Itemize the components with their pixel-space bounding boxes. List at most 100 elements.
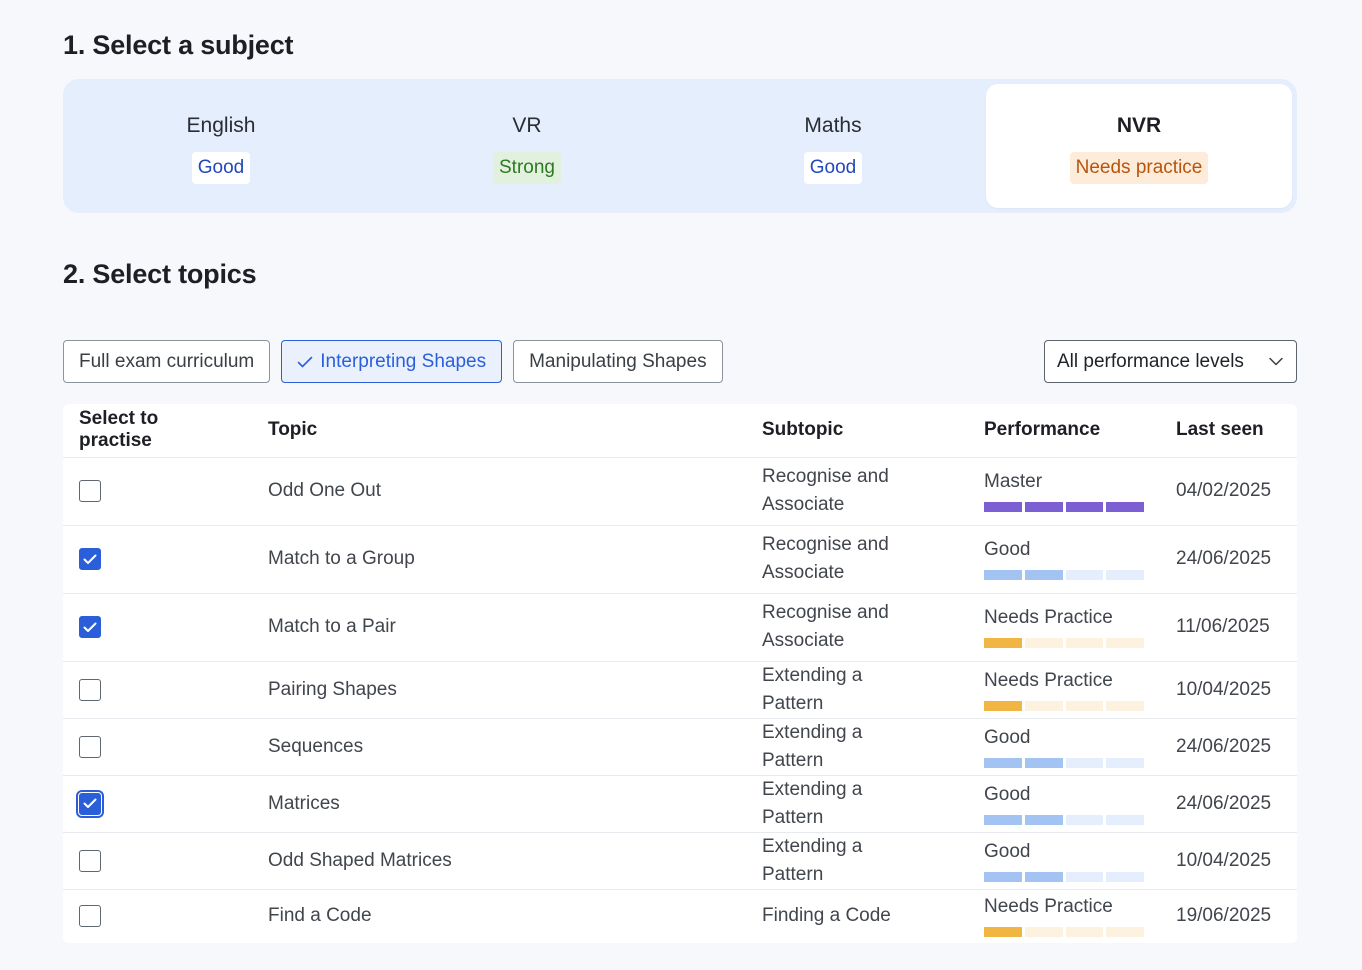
subject-status-badge: Needs practice — [1069, 152, 1209, 184]
performance-segment — [1024, 502, 1063, 512]
checkmark-icon — [83, 622, 97, 632]
performance-label: Master — [984, 471, 1043, 492]
select-cell — [63, 832, 252, 890]
performance-segment — [1024, 570, 1063, 580]
performance-segment — [1065, 570, 1104, 580]
performance-cell: Good — [968, 525, 1160, 594]
performance-label: Good — [984, 840, 1031, 862]
performance-segment — [1106, 871, 1144, 882]
practise-checkbox[interactable] — [79, 849, 101, 872]
performance-cell: Needs Practice — [968, 661, 1160, 719]
last-seen-cell: 24/06/2025 — [1160, 775, 1297, 833]
practise-checkbox[interactable] — [79, 905, 101, 928]
practise-checkbox[interactable] — [79, 678, 101, 701]
header-select: Select to practise — [63, 404, 252, 458]
performance-label: Needs Practice — [984, 669, 1113, 691]
last-seen-cell: 10/04/2025 — [1160, 661, 1297, 719]
practise-checkbox[interactable] — [79, 616, 101, 638]
subject-tab-nvr[interactable]: NVR Needs practice — [986, 84, 1292, 208]
performance-segment — [1106, 570, 1144, 580]
subtopic-cell: Extending a Pattern — [746, 832, 968, 890]
performance-bar — [984, 757, 1144, 768]
table-row: Matrices Extending a Pattern Good 24/06/202… — [63, 775, 1297, 833]
performance-cell: Good — [968, 718, 1160, 776]
chevron-down-icon — [1269, 357, 1283, 366]
performance-segment — [1065, 871, 1104, 882]
performance-label: Needs Practice — [984, 896, 1113, 918]
topic-cell: Match to a Group — [252, 525, 746, 594]
subtopic-cell: Recognise and Associate — [746, 457, 968, 526]
select-cell — [63, 718, 252, 776]
practise-checkbox[interactable] — [76, 789, 104, 818]
performance-cell: Needs Practice — [968, 889, 1160, 943]
subtopic-cell: Recognise and Associate — [746, 593, 968, 662]
chip-label: Manipulating Shapes — [529, 350, 707, 372]
performance-segment — [984, 638, 1022, 648]
chip-full-exam-curriculum[interactable]: Full exam curriculum — [63, 340, 271, 383]
subject-name: Maths — [804, 114, 862, 137]
select-cell — [63, 525, 252, 594]
table-header-row: Select to practise Topic Subtopic Perfor… — [63, 404, 1297, 458]
performance-segment — [984, 700, 1022, 711]
subtopic-cell: Recognise and Associate — [746, 525, 968, 594]
topic-filter-chips: Full exam curriculum Interpreting Shapes… — [63, 340, 723, 383]
performance-label: Good — [984, 726, 1031, 748]
performance-segment — [1024, 700, 1063, 711]
practise-checkbox[interactable] — [79, 548, 101, 570]
practise-checkbox[interactable] — [79, 735, 101, 758]
performance-bar — [984, 814, 1144, 825]
subject-name: NVR — [1116, 114, 1162, 137]
performance-cell: Good — [968, 775, 1160, 833]
subject-status-badge: Strong — [493, 152, 561, 184]
subject-status-badge: Good — [191, 152, 251, 184]
performance-bar — [984, 927, 1144, 938]
performance-segment — [984, 814, 1022, 825]
performance-segment — [1106, 927, 1144, 938]
chip-label: Full exam curriculum — [79, 350, 255, 372]
performance-segment — [1106, 700, 1144, 711]
subject-status-badge: Good — [803, 152, 863, 184]
performance-level-dropdown[interactable]: All performance levels — [1044, 340, 1297, 383]
chip-manipulating-shapes[interactable]: Manipulating Shapes — [513, 340, 723, 383]
select-subject-heading: 1. Select a subject — [63, 30, 294, 60]
performance-bar — [984, 871, 1144, 882]
topic-cell: Find a Code — [268, 905, 372, 927]
header-subtopic: Subtopic — [746, 404, 968, 458]
subject-tab-maths[interactable]: Maths Good — [680, 84, 986, 208]
subject-tab-english[interactable]: English Good — [68, 84, 374, 208]
topic-cell: Odd One Out — [252, 457, 746, 526]
subject-name: English — [186, 114, 256, 137]
subtopic-cell: Extending a Pattern — [746, 661, 968, 719]
table-row: Odd Shaped Matrices Extending a Pattern Go… — [63, 832, 1297, 890]
performance-bar — [984, 502, 1144, 512]
subject-selector: English Good VR Strong Maths Good NVR Ne… — [63, 79, 1297, 213]
subtopic-cell: Finding a Code — [762, 905, 891, 927]
select-cell — [63, 661, 252, 719]
performance-segment — [1024, 814, 1063, 825]
checkmark-icon — [83, 798, 97, 808]
performance-bar — [984, 638, 1144, 648]
performance-segment — [1065, 638, 1104, 648]
chip-interpreting-shapes[interactable]: Interpreting Shapes — [281, 340, 503, 383]
topics-table: Select to practise Topic Subtopic Perfor… — [63, 404, 1297, 943]
header-performance: Performance — [968, 404, 1160, 458]
select-cell — [63, 775, 252, 833]
select-cell — [63, 889, 252, 943]
performance-label: Good — [984, 783, 1031, 805]
last-seen-cell: 19/06/2025 — [1176, 905, 1272, 927]
subject-name: VR — [512, 114, 542, 137]
performance-segment — [984, 871, 1022, 882]
topic-cell: Odd Shaped Matrices — [252, 832, 746, 890]
select-cell — [63, 593, 252, 662]
performance-segment — [1024, 757, 1063, 768]
table-row: Pairing Shapes Extending a Pattern Needs P… — [63, 661, 1297, 719]
practise-checkbox[interactable] — [79, 480, 101, 502]
last-seen-cell: 10/04/2025 — [1160, 832, 1297, 890]
subject-tab-vr[interactable]: VR Strong — [374, 84, 680, 208]
performance-segment — [1024, 927, 1063, 938]
performance-cell: Master — [968, 457, 1160, 526]
performance-segment — [1106, 757, 1144, 768]
performance-label: Needs Practice — [984, 607, 1113, 628]
performance-label: Good — [984, 539, 1031, 560]
performance-segment — [1065, 700, 1104, 711]
